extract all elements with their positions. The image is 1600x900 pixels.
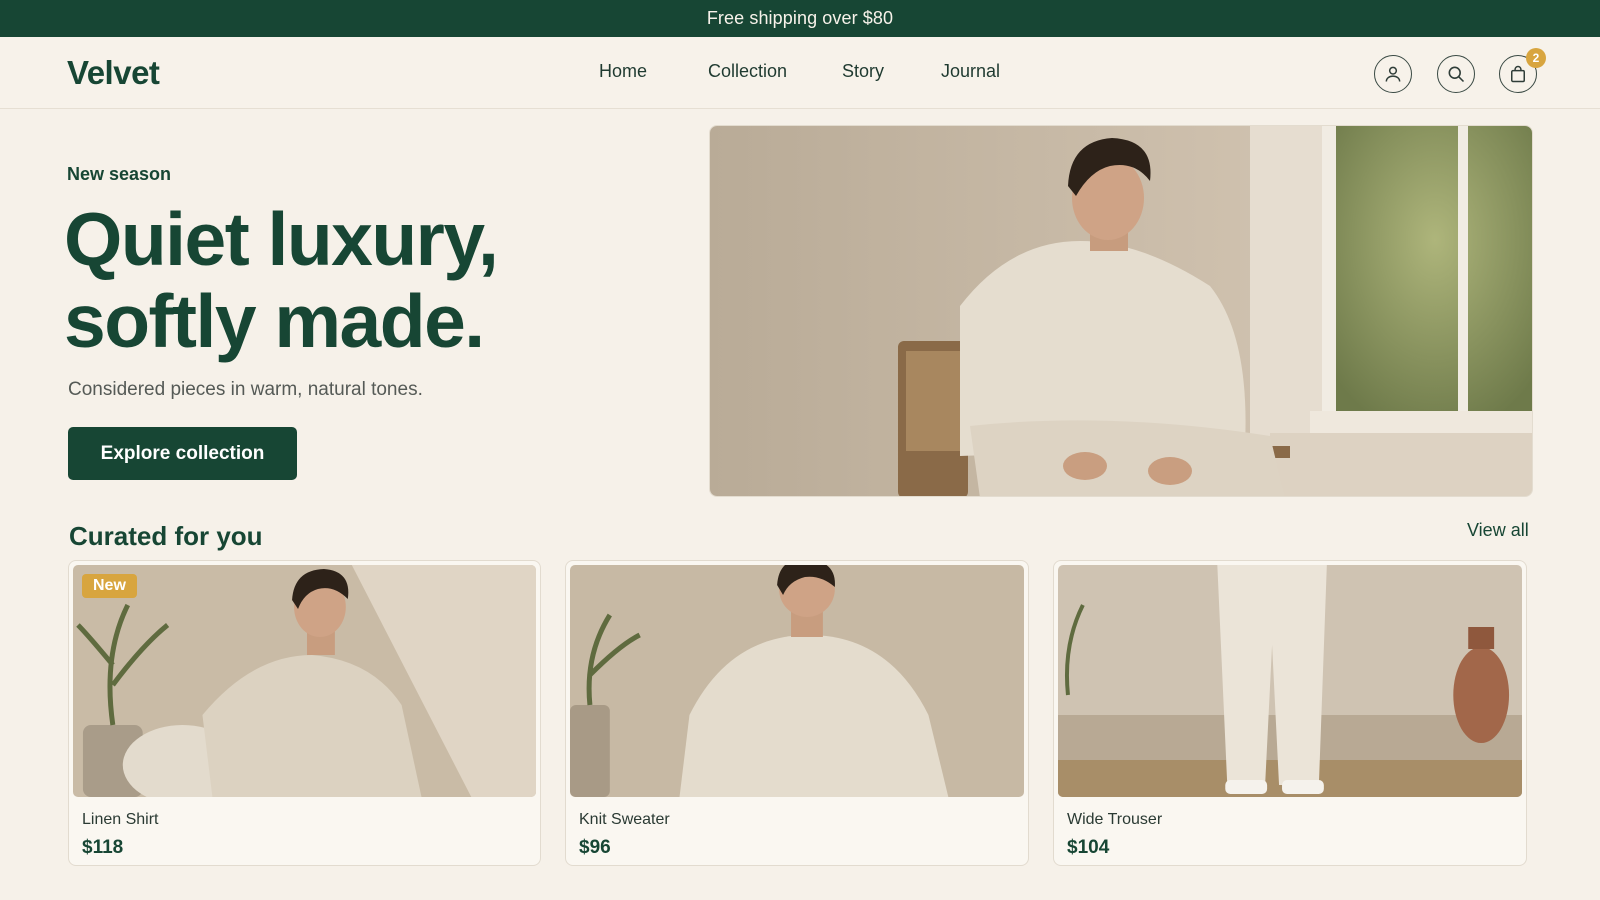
user-icon — [1385, 66, 1401, 82]
hero-headline: Quiet luxury, softly made. — [64, 198, 664, 362]
bag-icon — [1511, 65, 1525, 83]
nav-journal[interactable]: Journal — [941, 61, 1000, 82]
explore-collection-button[interactable]: Explore collection — [68, 427, 297, 480]
product-price: $96 — [579, 837, 611, 858]
search-icon — [1448, 66, 1465, 83]
product-name: Wide Trouser — [1067, 811, 1163, 828]
product-card-wide-trouser[interactable]: Wide Trouser $104 — [1053, 560, 1527, 866]
search-button[interactable] — [1437, 55, 1475, 93]
site-header: Velvet Home Collection Story Journal — [0, 37, 1600, 109]
curated-section-title: Curated for you — [69, 521, 263, 551]
view-all-link[interactable]: View all — [1467, 520, 1529, 541]
main-nav: Home Collection Story Journal — [0, 61, 1600, 87]
product-badge-new: New — [82, 574, 137, 598]
announcement-text: Free shipping over $80 — [706, 8, 894, 28]
product-name: Linen Shirt — [82, 811, 159, 828]
cart-count-badge: 2 — [1526, 48, 1546, 68]
hero-eyebrow: New season — [67, 164, 172, 184]
product-image-wide-trouser — [1058, 565, 1522, 797]
product-card-linen-shirt[interactable]: New Linen Shirt $118 — [68, 560, 541, 866]
product-image-knit-sweater — [570, 565, 1024, 797]
hero-subtext: Considered pieces in warm, natural tones… — [68, 379, 423, 400]
nav-home[interactable]: Home — [599, 61, 647, 82]
account-button[interactable] — [1374, 55, 1412, 93]
hero-image — [709, 125, 1533, 497]
announcement-bar: Free shipping over $80 — [0, 0, 1600, 37]
product-price: $118 — [82, 837, 124, 858]
product-name: Knit Sweater — [579, 811, 670, 828]
nav-collection[interactable]: Collection — [708, 61, 787, 82]
product-price: $104 — [1067, 837, 1110, 858]
hero-headline-line1: Quiet luxury, — [64, 197, 499, 281]
product-card-knit-sweater[interactable]: Knit Sweater $96 — [565, 560, 1029, 866]
hero-headline-line2: softly made. — [64, 279, 485, 363]
nav-story[interactable]: Story — [842, 61, 884, 82]
product-image-linen-shirt — [73, 565, 536, 797]
